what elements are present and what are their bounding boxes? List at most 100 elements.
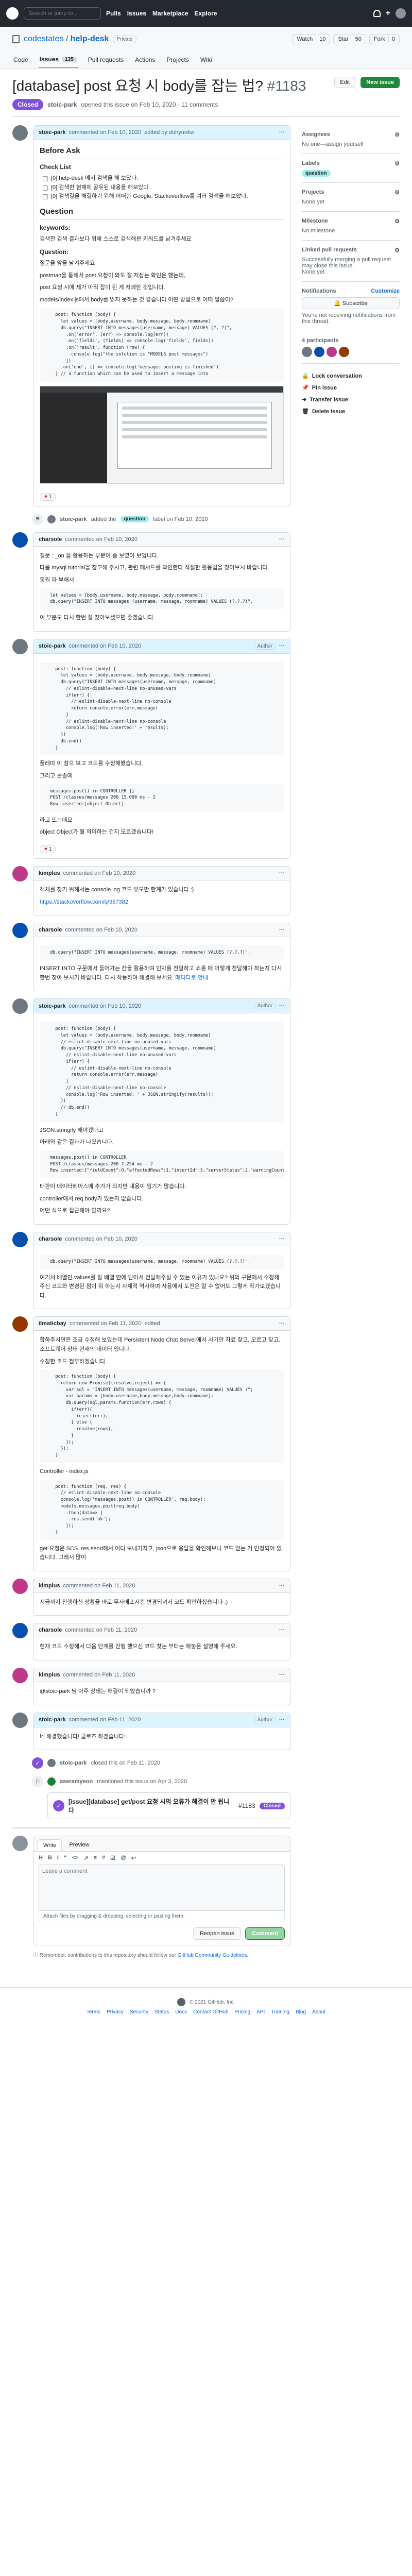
tab-preview[interactable]: Preview: [64, 1839, 94, 1851]
attach-files-area[interactable]: Attach files by dragging & dropping, sel…: [39, 1911, 285, 1923]
comment-menu-icon[interactable]: ···: [279, 927, 285, 933]
search-input[interactable]: [24, 7, 101, 20]
avatar[interactable]: [12, 1623, 28, 1639]
repo-owner-link[interactable]: codestates: [24, 35, 63, 43]
transfer-issue-action[interactable]: ➜ Transfer issue: [302, 394, 400, 405]
avatar[interactable]: [47, 1759, 56, 1768]
edited-by[interactable]: edited: [145, 1320, 160, 1327]
comment-date[interactable]: commented on Feb 11, 2020: [70, 1320, 142, 1327]
heading-icon[interactable]: H: [39, 1855, 43, 1861]
star-count[interactable]: 50: [351, 36, 362, 42]
comment-menu-icon[interactable]: ···: [279, 1627, 285, 1633]
footer-link-contact[interactable]: Contact GitHub: [193, 2009, 228, 2015]
heart-reaction[interactable]: ♥ 1: [40, 845, 57, 854]
avatar[interactable]: [12, 1316, 28, 1332]
star-button[interactable]: Star 50: [333, 34, 366, 44]
avatar[interactable]: [12, 1667, 28, 1683]
footer-link-blog[interactable]: Blog: [296, 2009, 306, 2015]
comment-textarea[interactable]: [39, 1865, 285, 1911]
referenced-issue-title[interactable]: [issue][database] get/post 요청 시의 오류가 해결이…: [68, 1797, 234, 1815]
comment-date[interactable]: commented on Feb 11, 2020: [63, 1672, 135, 1678]
comment-menu-icon[interactable]: ···: [279, 1003, 285, 1009]
comment-date[interactable]: commented on Feb 11, 2020: [65, 1627, 137, 1633]
stackoverflow-link[interactable]: https://stackoverflow.com/q/957382: [40, 899, 128, 905]
footer-link-about[interactable]: About: [312, 2009, 325, 2015]
mention-icon[interactable]: @: [121, 1855, 126, 1861]
bold-icon[interactable]: B: [48, 1855, 52, 1861]
lock-conversation-action[interactable]: 🔒 Lock conversation: [302, 370, 400, 382]
avatar[interactable]: [12, 638, 28, 654]
issue-opener[interactable]: stoic-park: [47, 101, 77, 108]
notification-bell-icon[interactable]: [373, 10, 381, 17]
tab-issues[interactable]: Issues 135: [38, 52, 78, 68]
comment-date[interactable]: commented on Feb 10, 2020: [65, 927, 138, 933]
task-list-icon[interactable]: ☑: [110, 1855, 115, 1861]
comment-author[interactable]: charsole: [39, 1236, 62, 1242]
tab-write[interactable]: Write: [38, 1839, 62, 1852]
gear-icon[interactable]: ⚙: [394, 189, 400, 196]
assignees-value[interactable]: No one—assign yourself: [302, 141, 400, 147]
footer-link-api[interactable]: API: [256, 2009, 265, 2015]
comment-author[interactable]: charsole: [39, 1627, 62, 1633]
edited-by[interactable]: edited by duhyunkw: [144, 129, 194, 135]
tab-projects[interactable]: Projects: [165, 52, 190, 68]
screenshot-image[interactable]: [40, 385, 284, 484]
comment-author[interactable]: charsole: [39, 927, 62, 933]
guidelines-link[interactable]: GitHub Community Guidelines.: [178, 1953, 248, 1958]
footer-link-pricing[interactable]: Pricing: [235, 2009, 251, 2015]
comment-menu-icon[interactable]: ···: [279, 643, 285, 649]
avatar[interactable]: [12, 125, 28, 141]
participant-avatar[interactable]: [327, 347, 337, 357]
participant-avatar[interactable]: [314, 347, 324, 357]
new-issue-button[interactable]: New issue: [360, 77, 400, 88]
numbered-list-icon[interactable]: #: [102, 1855, 105, 1861]
comment-date[interactable]: commented on Feb 10, 2020: [69, 1003, 142, 1009]
avatar[interactable]: [12, 1836, 28, 1852]
comment-menu-icon[interactable]: ···: [279, 1320, 285, 1327]
comment-menu-icon[interactable]: ···: [279, 536, 285, 543]
avatar[interactable]: [12, 998, 28, 1014]
tab-pull-requests[interactable]: Pull requests: [87, 52, 125, 68]
comment-author[interactable]: kimplus: [39, 1672, 60, 1678]
comment-menu-icon[interactable]: ···: [279, 1583, 285, 1589]
edit-button[interactable]: Edit: [334, 77, 356, 88]
footer-link-privacy[interactable]: Privacy: [107, 2009, 124, 2015]
list-icon[interactable]: ≡: [94, 1855, 97, 1861]
github-logo-icon[interactable]: [177, 1998, 186, 2007]
quote-icon[interactable]: “: [64, 1855, 67, 1861]
checkbox-icon[interactable]: [43, 194, 48, 200]
checkbox-icon[interactable]: [43, 176, 48, 181]
reply-icon[interactable]: ↩: [131, 1855, 136, 1861]
nav-issues[interactable]: Issues: [127, 10, 146, 17]
comment-date[interactable]: commented on Feb 10, 2020: [65, 1236, 138, 1242]
participant-avatar[interactable]: [339, 347, 349, 357]
footer-link-security[interactable]: Security: [130, 2009, 148, 2015]
gear-icon[interactable]: ⚙: [394, 247, 400, 253]
footer-link-docs[interactable]: Docs: [175, 2009, 187, 2015]
footer-link-terms[interactable]: Terms: [87, 2009, 100, 2015]
comment-author[interactable]: ilmaticbay: [39, 1320, 66, 1327]
footer-link-status[interactable]: Status: [154, 2009, 169, 2015]
avatar[interactable]: [12, 1231, 28, 1247]
tab-code[interactable]: Code: [12, 52, 29, 68]
code-icon[interactable]: <>: [72, 1855, 78, 1861]
comment-button[interactable]: Comment: [245, 1927, 285, 1940]
question-label[interactable]: question: [120, 516, 149, 523]
customize-link[interactable]: Customize: [371, 288, 400, 294]
avatar[interactable]: [12, 866, 28, 882]
footer-link-training[interactable]: Training: [271, 2009, 289, 2015]
comment-author[interactable]: charsole: [39, 536, 62, 543]
docs-link[interactable]: 메디다로 안내: [175, 975, 208, 981]
avatar[interactable]: [47, 515, 56, 523]
fork-button[interactable]: Fork 0: [369, 34, 400, 44]
watch-button[interactable]: Watch 10: [292, 34, 331, 44]
user-avatar[interactable]: [396, 8, 406, 19]
gear-icon[interactable]: ⚙: [394, 131, 400, 138]
comment-menu-icon[interactable]: ···: [279, 1236, 285, 1242]
comment-date[interactable]: commented on Feb 10, 2020: [69, 129, 142, 135]
event-actor[interactable]: aseramyeon: [60, 1778, 93, 1785]
event-actor[interactable]: stoic-park: [60, 516, 87, 522]
watch-count[interactable]: 10: [316, 36, 325, 42]
comment-date[interactable]: commented on Feb 11, 2020: [69, 1717, 141, 1723]
event-actor[interactable]: stoic-park: [60, 1760, 87, 1766]
